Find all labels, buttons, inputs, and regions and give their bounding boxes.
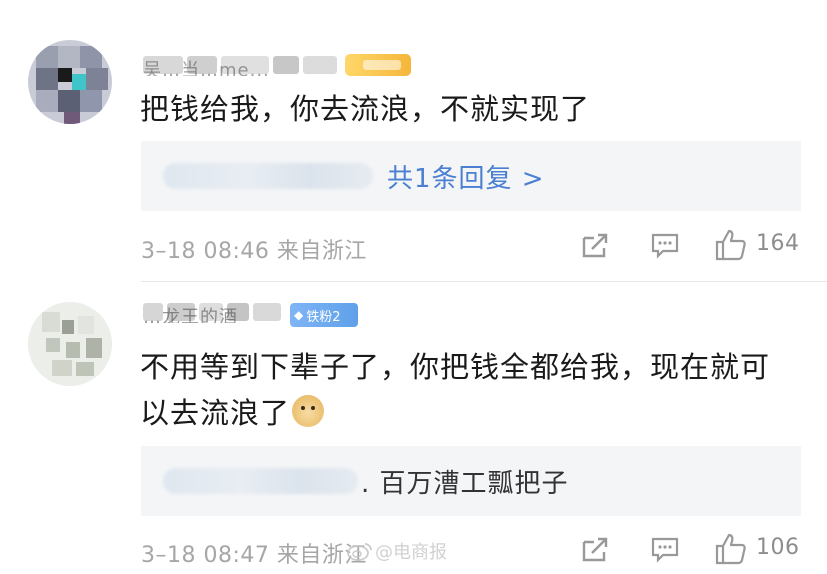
reply-author-blurred — [163, 468, 358, 494]
comment-2: …龙王的酒 ◆ 铁粉2 不用等到下辈子了，你把钱全都给我，现在就可以去流浪了 .… — [0, 282, 827, 574]
reply-count-link[interactable]: 共1条回复 > — [387, 158, 545, 195]
avatar[interactable] — [28, 40, 112, 124]
comment-text: 把钱给我，你去流浪，不就实现了 — [140, 92, 591, 126]
share-icon[interactable] — [580, 536, 610, 568]
username-text: 吴…当…me... — [143, 60, 270, 76]
thumbs-up-icon[interactable] — [714, 228, 748, 266]
comment-actions: 106 — [580, 532, 810, 568]
username[interactable]: …龙王的酒 — [143, 299, 283, 323]
comment-text-content: 不用等到下辈子了，你把钱全都给我，现在就可以去流浪了 — [140, 350, 771, 430]
watermark-text: @电商报 — [375, 542, 447, 563]
reply-box[interactable]: . 百万漕工瓢把子 — [141, 446, 801, 516]
reply-box[interactable]: 共1条回复 > — [141, 141, 801, 211]
comment-text: 不用等到下辈子了，你把钱全都给我，现在就可以去流浪了 — [140, 344, 797, 436]
vip-badge — [345, 54, 411, 76]
fan-badge-label: 铁粉2 — [306, 309, 341, 325]
share-icon[interactable] — [580, 232, 610, 264]
comment-1: 吴…当…me... 把钱给我，你去流浪，不就实现了 共1条回复 > 3–18 0… — [0, 0, 827, 282]
like-count: 164 — [756, 231, 800, 256]
comment-icon[interactable] — [650, 232, 680, 264]
fan-badge: ◆ 铁粉2 — [290, 303, 358, 327]
watermark: @电商报 — [347, 538, 447, 564]
diamond-icon: ◆ — [294, 308, 304, 322]
comment-icon[interactable] — [650, 536, 680, 568]
comment-meta: 3–18 08:47 来自浙江 — [141, 543, 367, 568]
weibo-logo-icon — [347, 541, 373, 561]
username[interactable]: 吴…当…me... — [143, 52, 339, 76]
doge-emoji — [292, 395, 325, 427]
comment-meta: 3–18 08:46 来自浙江 — [141, 239, 367, 264]
reply-author-blurred — [163, 163, 373, 189]
thumbs-up-icon[interactable] — [714, 532, 748, 570]
comment-actions: 164 — [580, 228, 810, 264]
reply-snippet: . 百万漕工瓢把子 — [361, 469, 569, 499]
username-text: …龙王的酒 — [143, 307, 238, 323]
avatar[interactable] — [28, 302, 112, 386]
like-count: 106 — [756, 535, 800, 560]
